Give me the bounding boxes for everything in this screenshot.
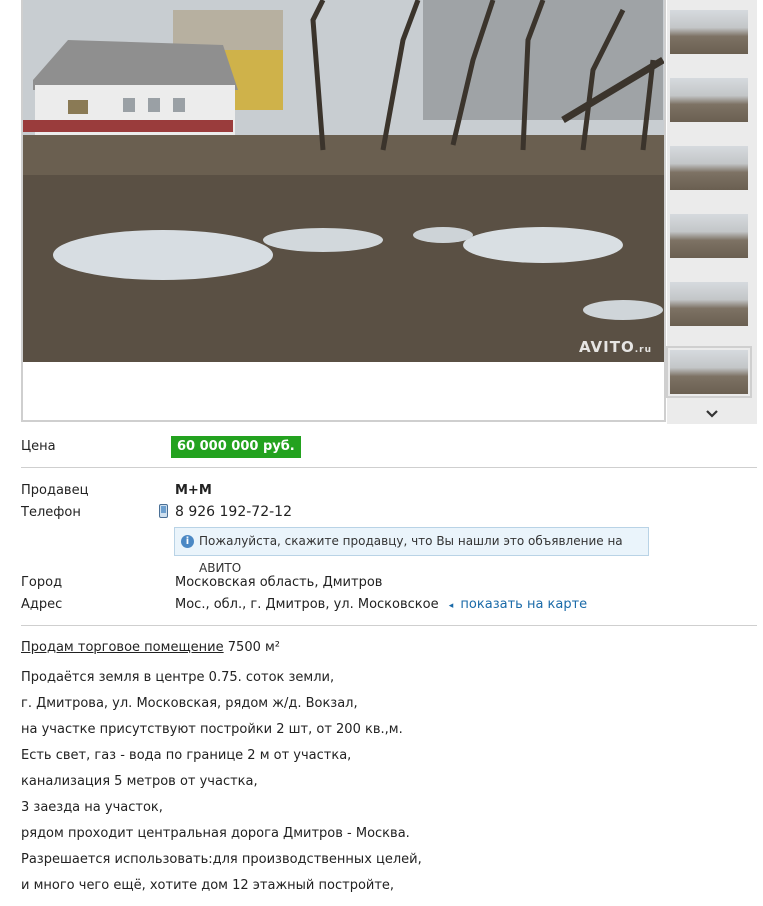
seller-name: М+М <box>175 483 212 498</box>
divider <box>21 625 757 626</box>
description-line: Разрешается использовать:для производств… <box>21 852 422 867</box>
thumbnail[interactable] <box>670 146 748 190</box>
address-label: Адрес <box>21 597 63 612</box>
description-line: Есть свет, газ - вода по границе 2 м от … <box>21 748 352 763</box>
address-row: Мос., обл., г. Дмитров, ул. Московское ◂… <box>175 597 587 612</box>
thumbnail[interactable] <box>670 10 748 54</box>
main-photo[interactable]: AVITO.ru <box>23 0 664 362</box>
thumbnail[interactable] <box>670 214 748 258</box>
thumbnail[interactable] <box>670 78 748 122</box>
seller-label: Продавец <box>21 483 89 498</box>
description-line: и много чего ещё, хотите дом 12 этажный … <box>21 878 395 893</box>
map-arrow-icon: ◂ <box>448 601 454 611</box>
thumbnail[interactable] <box>670 282 748 326</box>
description-line: рядом проходит центральная дорога Дмитро… <box>21 826 410 841</box>
description-line: на участке присутствуют постройки 2 шт, … <box>21 722 403 737</box>
description-line: канализация 5 метров от участка, <box>21 774 258 789</box>
photo-gallery: AVITO.ru <box>21 0 757 424</box>
price-badge: 60 000 000 руб. <box>171 436 301 458</box>
address-value: Мос., обл., г. Дмитров, ул. Московское <box>175 597 439 612</box>
description-line: 3 заезда на участок, <box>21 800 163 815</box>
phone-number[interactable]: 8 926 192-72-12 <box>175 504 292 520</box>
info-icon: i <box>181 535 194 548</box>
show-on-map-link[interactable]: показать на карте <box>460 597 587 612</box>
price-label: Цена <box>21 439 56 454</box>
avito-notice: i Пожалуйста, скажите продавцу, что Вы н… <box>174 527 649 575</box>
land-photo-image <box>23 0 664 362</box>
city-value: Московская область, Дмитров <box>175 575 383 590</box>
description-line: г. Дмитрова, ул. Московская, рядом ж/д. … <box>21 696 358 711</box>
mobile-phone-icon <box>159 504 168 518</box>
divider <box>21 467 757 468</box>
description-title: Продам торговое помещение 7500 м² <box>21 640 280 655</box>
notice-text: Пожалуйста, скажите продавцу, что Вы наш… <box>199 534 623 575</box>
avito-watermark: AVITO.ru <box>578 338 652 356</box>
chevron-down-icon[interactable] <box>667 404 757 424</box>
thumbnail-strip <box>666 0 757 424</box>
description-line: Продаётся земля в центре 0.75. соток зем… <box>21 670 335 685</box>
thumbnail-active[interactable] <box>666 346 752 398</box>
city-label: Город <box>21 575 63 590</box>
category-link[interactable]: Продам торговое помещение <box>21 640 224 655</box>
phone-label: Телефон <box>21 505 81 520</box>
area-value: 7500 м² <box>227 640 281 655</box>
